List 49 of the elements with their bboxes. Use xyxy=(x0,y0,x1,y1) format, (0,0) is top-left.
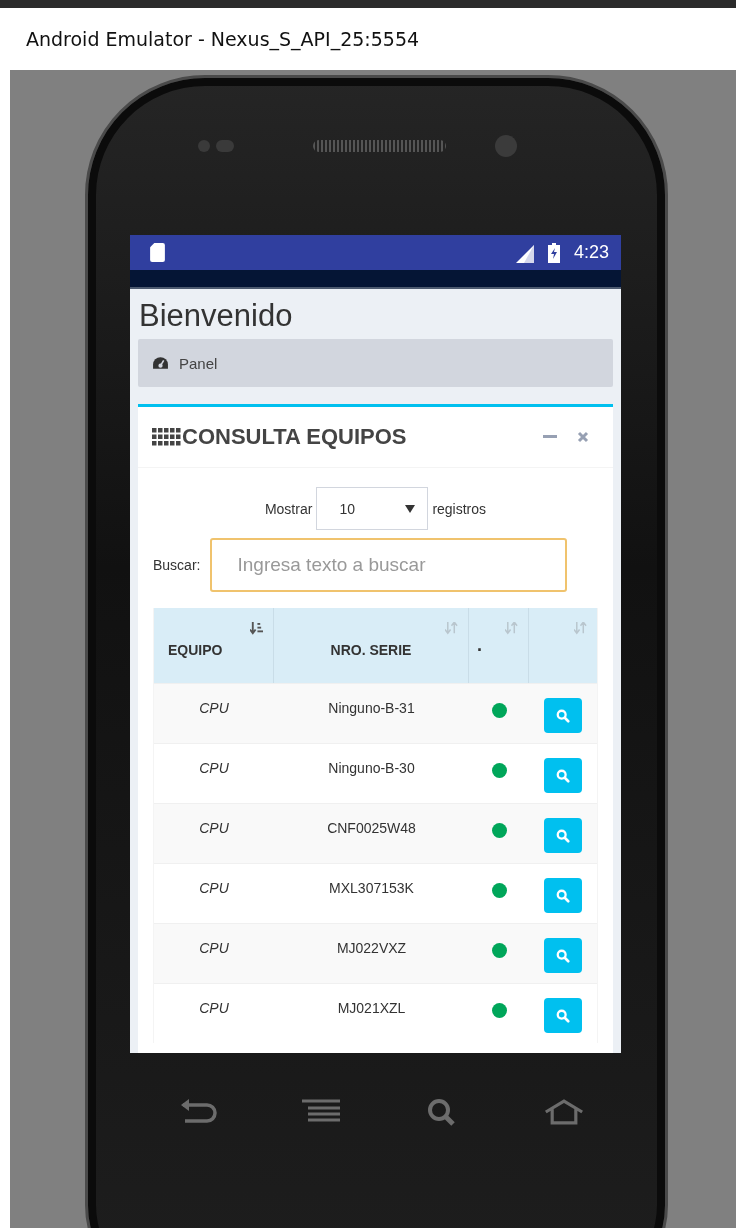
column-title: EQUIPO xyxy=(168,641,223,658)
search-button[interactable] xyxy=(544,818,582,853)
dashboard-icon xyxy=(152,355,169,371)
search-field[interactable]: Ingresa texto a buscar xyxy=(210,538,568,592)
window-title: Android Emulator - Nexus_S_API_25:5554 xyxy=(26,28,420,50)
table-cell-text: CPU xyxy=(199,1000,229,1018)
search-button[interactable] xyxy=(544,998,582,1033)
table-cell-text: CPU xyxy=(199,940,229,958)
search-button[interactable] xyxy=(544,878,582,913)
close-icon xyxy=(577,431,589,443)
home-icon[interactable] xyxy=(544,1098,585,1126)
records-label: registros xyxy=(432,500,487,517)
minus-icon xyxy=(543,435,557,439)
table-cell-text: MJ022VXZ xyxy=(336,940,407,958)
search-icon xyxy=(556,948,570,963)
search-icon xyxy=(556,708,570,723)
clock: 4:23 xyxy=(573,242,609,263)
minimize-button[interactable] xyxy=(543,435,557,439)
table-cell-text: MJ021XZL xyxy=(337,1000,406,1018)
battery-icon xyxy=(547,242,560,263)
column-title: NRO. SERIE xyxy=(330,641,412,658)
table-cell-text: CPU xyxy=(199,760,229,778)
page-title: Bienvenido xyxy=(138,297,294,335)
table-cell-text: CPU xyxy=(199,880,229,898)
camera-icon xyxy=(495,135,517,157)
sensor-icon xyxy=(198,140,234,152)
search-label: Buscar: xyxy=(153,557,201,573)
search-icon xyxy=(556,828,570,843)
table-cell-text: CPU xyxy=(199,700,229,718)
search-icon xyxy=(556,768,570,783)
column-title: . xyxy=(477,635,482,656)
page-size-dropdown[interactable]: 10 xyxy=(316,487,429,530)
close-button[interactable] xyxy=(577,431,589,443)
card-title: CONSULTA EQUIPOS xyxy=(182,424,407,450)
breadcrumb-link[interactable]: Panel xyxy=(179,354,218,372)
search-button[interactable] xyxy=(544,758,582,793)
search-icon xyxy=(556,1008,570,1023)
table-cell-text: Ninguno-B-31 xyxy=(328,700,415,718)
table-cell-text: MXL307153K xyxy=(329,880,414,898)
search-button[interactable] xyxy=(544,698,582,733)
search-button[interactable] xyxy=(544,938,582,973)
dropdown-arrow-icon xyxy=(405,504,416,513)
search-icon xyxy=(556,888,570,903)
grid-icon xyxy=(152,428,182,446)
table-cell-text: CNF0025W48 xyxy=(327,820,416,838)
show-label: Mostrar xyxy=(264,500,313,517)
table-cell-text: CPU xyxy=(199,820,229,838)
sd-card-icon xyxy=(150,243,165,262)
table-cell-text: Ninguno-B-30 xyxy=(328,760,415,778)
